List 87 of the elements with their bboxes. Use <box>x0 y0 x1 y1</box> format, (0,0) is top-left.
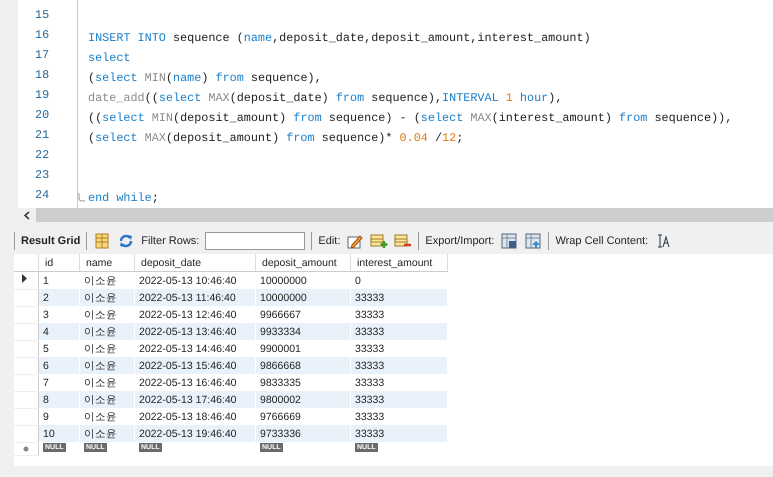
line-number: 19 <box>34 88 50 104</box>
table-cell: 2022-05-13 17:46:40 <box>134 391 256 408</box>
table-cell: 33333 <box>350 289 448 306</box>
table-cell: 33333 <box>350 306 448 323</box>
current-row-icon <box>22 274 27 284</box>
wrap-cell-content-label: Wrap Cell Content: <box>555 235 648 247</box>
column-header[interactable]: interest_amount <box>350 254 448 272</box>
table-cell: 2022-05-13 12:46:40 <box>134 306 256 323</box>
line-number: 20 <box>34 108 50 124</box>
table-cell: 이소윤 <box>80 357 134 374</box>
table-cell: 33333 <box>350 340 448 357</box>
table-cell: 7 <box>38 374 80 391</box>
table-cell: 9833335 <box>256 374 350 391</box>
table-cell: 9900001 <box>256 340 350 357</box>
code-line: (select MAX(deposit_amount) from sequence)* 0.04 /12; <box>88 131 464 145</box>
result-grid-tab[interactable]: Result Grid <box>21 235 80 247</box>
table-cell: 0 <box>350 272 448 289</box>
export-icon[interactable] <box>500 232 518 250</box>
new-row-icon <box>23 446 29 452</box>
table-cell: 2022-05-13 15:46:40 <box>134 357 256 374</box>
fold-icon[interactable] <box>78 193 86 203</box>
grid-icon[interactable] <box>93 232 112 250</box>
column-header[interactable]: deposit_date <box>134 254 256 272</box>
code-line: ((select MIN(deposit_amount) from sequence) - (select MAX(interest_amount) from sequence)), <box>88 111 732 125</box>
table-cell: 33333 <box>350 357 448 374</box>
table-cell: 9800002 <box>256 391 350 408</box>
table-cell: 5 <box>38 340 80 357</box>
table-cell: 33333 <box>350 391 448 408</box>
table-cell: 33333 <box>350 323 448 340</box>
line-number: 16 <box>34 28 50 44</box>
code-line: INSERT INTO sequence (name,deposit_date,deposit_amount,interest_amount) <box>88 31 591 45</box>
table-cell: 10 <box>38 425 80 442</box>
table-cell: 이소윤 <box>80 391 134 408</box>
import-icon[interactable] <box>524 232 542 250</box>
table-cell: 이소윤 <box>80 374 134 391</box>
table-cell: 이소윤 <box>80 306 134 323</box>
table-cell: 9866668 <box>256 357 350 374</box>
edit-label: Edit: <box>318 235 340 247</box>
line-number: 21 <box>34 128 50 144</box>
line-number: 17 <box>34 48 50 64</box>
column-header[interactable]: id <box>38 254 80 272</box>
table-cell: 9 <box>38 408 80 425</box>
table-cell: 33333 <box>350 408 448 425</box>
table-cell: 3 <box>38 306 80 323</box>
table-cell: 2022-05-13 16:46:40 <box>134 374 256 391</box>
table-cell: 33333 <box>350 374 448 391</box>
table-cell: 이소윤 <box>80 289 134 306</box>
table-cell: 이소윤 <box>80 425 134 442</box>
table-cell: 9766669 <box>256 408 350 425</box>
table-cell: 이소윤 <box>80 408 134 425</box>
table-cell: 2022-05-13 10:46:40 <box>134 272 256 289</box>
code-line: (select MIN(name) from sequence), <box>88 71 322 85</box>
table-cell: 9966667 <box>256 306 350 323</box>
horizontal-scrollbar[interactable] <box>18 208 773 222</box>
scroll-left-icon[interactable] <box>24 210 30 220</box>
column-header[interactable]: name <box>80 254 134 272</box>
table-cell: 2022-05-13 18:46:40 <box>134 408 256 425</box>
table-cell: 1 <box>38 272 80 289</box>
table-cell: 8 <box>38 391 80 408</box>
line-number: 24 <box>34 188 50 204</box>
column-header[interactable]: deposit_amount <box>256 254 350 272</box>
table-cell: 10000000 <box>256 272 350 289</box>
table-cell: 2022-05-13 13:46:40 <box>134 323 256 340</box>
table-cell: 2022-05-13 14:46:40 <box>134 340 256 357</box>
export-import-label: Export/Import: <box>425 235 494 247</box>
table-cell: 2022-05-13 19:46:40 <box>134 425 256 442</box>
line-number: 15 <box>34 8 50 24</box>
table-cell: 6 <box>38 357 80 374</box>
table-cell: 9933334 <box>256 323 350 340</box>
code-line: select <box>88 51 130 65</box>
table-cell: 33333 <box>350 425 448 442</box>
table-cell: 이소윤 <box>80 340 134 357</box>
table-cell: 9733336 <box>256 425 350 442</box>
add-row-icon[interactable] <box>370 232 388 250</box>
line-number: 18 <box>34 68 50 84</box>
code-line: date_add((select MAX(deposit_date) from sequence),INTERVAL 1 hour), <box>88 91 562 105</box>
table-cell: 10000000 <box>256 289 350 306</box>
table-cell: 2 <box>38 289 80 306</box>
filter-rows-field[interactable] <box>205 232 306 250</box>
line-number: 23 <box>34 168 50 184</box>
table-cell: 이소윤 <box>80 272 134 289</box>
table-cell: 이소윤 <box>80 323 134 340</box>
line-number: 22 <box>34 148 50 164</box>
filter-rows-label: Filter Rows: <box>141 235 200 247</box>
code-line: end while; <box>88 191 159 205</box>
table-cell: 2022-05-13 11:46:40 <box>134 289 256 306</box>
table-cell: 4 <box>38 323 80 340</box>
